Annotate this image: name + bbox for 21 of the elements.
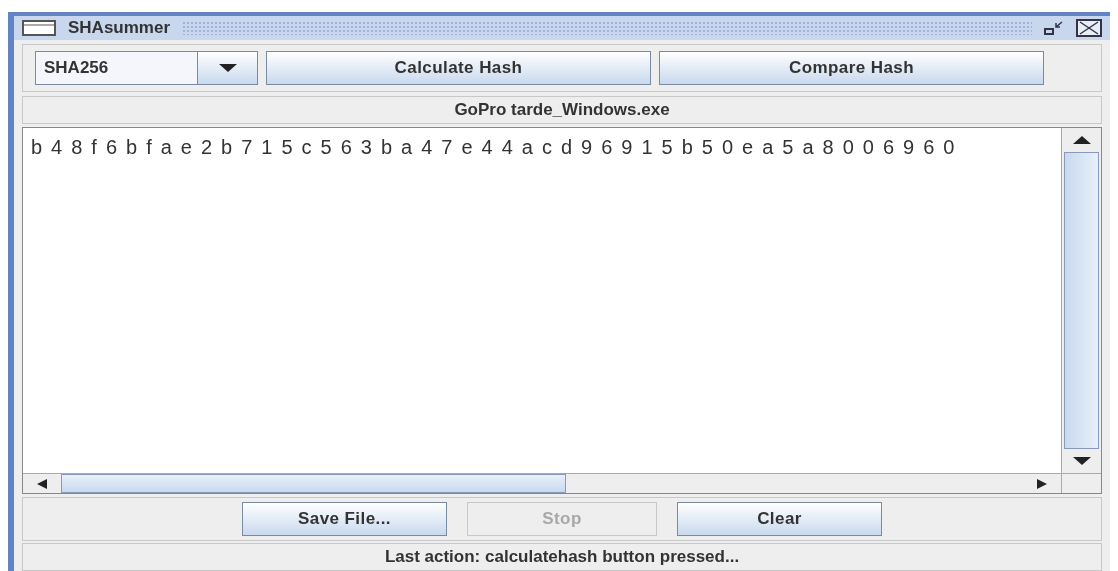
scroll-up-icon[interactable] xyxy=(1072,136,1091,144)
action-button[interactable]: Clear xyxy=(677,502,882,536)
horizontal-scroll-thumb[interactable] xyxy=(61,474,566,493)
window-title: SHAsummer xyxy=(68,17,171,40)
close-icon[interactable] xyxy=(1076,19,1102,37)
hash-output: b48f6bfae2b715c563ba47e44acd96915b50ea5a8006960 xyxy=(31,136,964,158)
window-icon xyxy=(22,20,56,36)
restore-icon[interactable] xyxy=(1044,20,1064,36)
action-button[interactable]: Calculate Hash xyxy=(266,51,651,85)
caret-icon xyxy=(218,64,237,72)
vertical-scrollbar[interactable] xyxy=(1061,128,1101,473)
scroll-thumb[interactable] xyxy=(1064,152,1099,449)
action-button[interactable]: Compare Hash xyxy=(659,51,1044,85)
scroll-down-icon[interactable] xyxy=(1072,457,1091,465)
action-button[interactable]: Save File... xyxy=(242,502,447,536)
status-text: Last action: calculatehash button pressed... xyxy=(384,546,740,569)
scroll-left-icon[interactable] xyxy=(37,478,47,489)
algorithm-dropdown[interactable]: SHA256 xyxy=(35,51,258,85)
dropdown-value: SHA256 xyxy=(43,57,110,80)
file-name: GoPro tarde_Windows.exe xyxy=(454,99,670,122)
scroll-right-icon[interactable] xyxy=(1037,478,1047,489)
